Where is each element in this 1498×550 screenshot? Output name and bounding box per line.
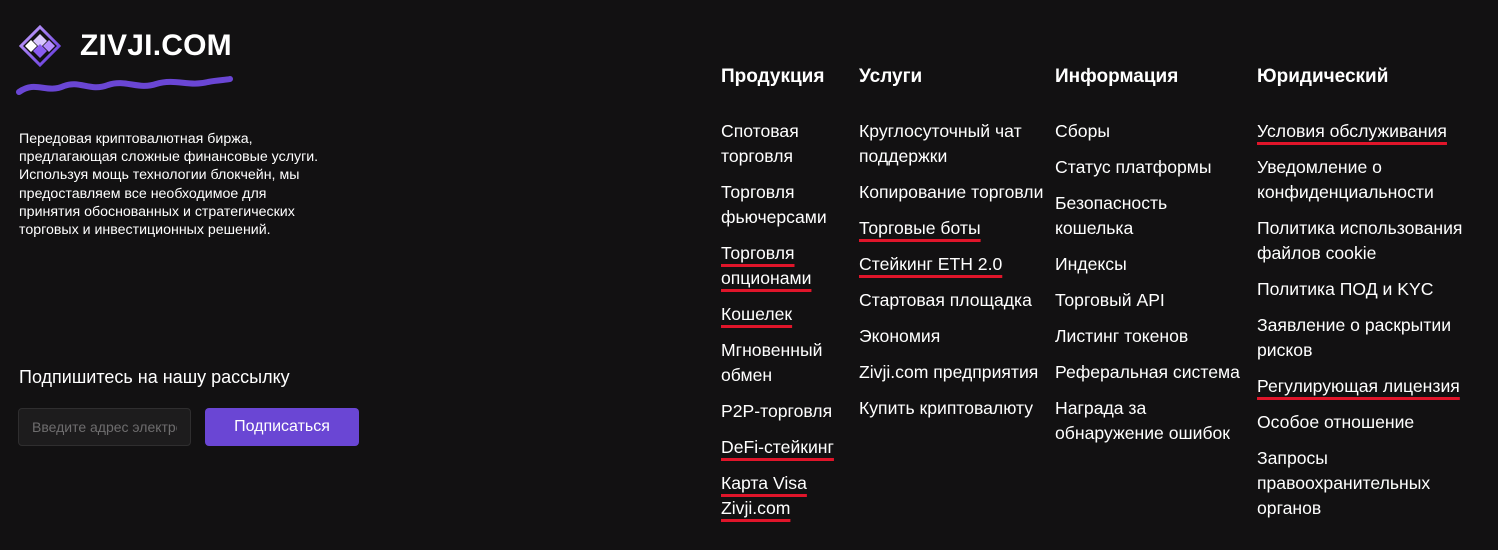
link-terms-of-service[interactable]: Условия обслуживания [1257, 119, 1482, 144]
link-label: Безопасность кошелька [1055, 193, 1168, 238]
link-label: Торговля опционами [721, 243, 812, 288]
column-heading-services: Услуги [859, 66, 923, 87]
footer-column-legal: Юридический Условия обслуживания Уведомл… [1257, 65, 1482, 532]
link-label: Копирование торговли [859, 182, 1044, 202]
newsletter-heading: Подпишитесь на нашу рассылку [19, 367, 290, 387]
link-defi-staking[interactable]: DeFi-стейкинг [721, 435, 846, 460]
link-label: Награда за обнаружение ошибок [1055, 398, 1231, 443]
link-label: Особое отношение [1257, 412, 1415, 432]
link-label: Стейкинг ETH 2.0 [859, 254, 1003, 274]
link-label: Политика ПОД и KYC [1257, 279, 1434, 299]
email-input[interactable] [18, 408, 191, 446]
footer-column-products: Продукция Спотовая торговля Торговля фью… [721, 65, 846, 532]
link-label: Заявление о раскрытии рисков [1257, 315, 1452, 360]
link-risk-disclosure[interactable]: Заявление о раскрытии рисков [1257, 313, 1482, 363]
link-label: Купить криптовалюту [859, 398, 1034, 418]
link-platform-status[interactable]: Статус платформы [1055, 155, 1250, 180]
link-token-listing[interactable]: Листинг токенов [1055, 324, 1250, 349]
column-heading-products: Продукция [721, 66, 825, 87]
link-enterprise[interactable]: Zivji.com предприятия [859, 360, 1049, 385]
link-label: P2P-торговля [721, 401, 833, 421]
link-spot-trading[interactable]: Спотовая торговля [721, 119, 846, 169]
column-heading-info: Информация [1055, 66, 1179, 87]
services-link-list: Круглосуточный чат поддержки Копирование… [859, 119, 1049, 421]
link-savings[interactable]: Экономия [859, 324, 1049, 349]
link-instant-exchange[interactable]: Мгновенный обмен [721, 338, 846, 388]
link-label: Листинг токенов [1055, 326, 1189, 346]
link-label: Политика использования файлов cookie [1257, 218, 1463, 263]
link-label: Условия обслуживания [1257, 121, 1447, 141]
link-aml-kyc-policy[interactable]: Политика ПОД и KYC [1257, 277, 1482, 302]
link-label: Сборы [1055, 121, 1110, 141]
link-label: Круглосуточный чат поддержки [859, 121, 1022, 166]
link-buy-crypto[interactable]: Купить криптовалюту [859, 396, 1049, 421]
info-link-list: Сборы Статус платформы Безопасность коше… [1055, 119, 1250, 446]
link-label: Экономия [859, 326, 941, 346]
link-label: Реферальная система [1055, 362, 1240, 382]
link-label: Запросы правоохранительных органов [1257, 448, 1431, 518]
link-label: Регулирующая лицензия [1257, 376, 1460, 396]
link-fees[interactable]: Сборы [1055, 119, 1250, 144]
link-label: Торговля фьючерсами [721, 182, 827, 227]
link-eth-staking[interactable]: Стейкинг ETH 2.0 [859, 252, 1049, 277]
zivji-logo-icon [18, 24, 62, 68]
legal-link-list: Условия обслуживания Уведомление о конфи… [1257, 119, 1482, 521]
link-bug-bounty[interactable]: Награда за обнаружение ошибок [1055, 396, 1250, 446]
column-heading-legal: Юридический [1257, 66, 1389, 87]
link-label: Торговый API [1055, 290, 1165, 310]
brand-tagline: Передовая криптовалютная биржа, предлага… [19, 131, 319, 239]
link-support-chat[interactable]: Круглосуточный чат поддержки [859, 119, 1049, 169]
link-privacy-notice[interactable]: Уведомление о конфиденциальности [1257, 155, 1482, 205]
link-options-trading[interactable]: Торговля опционами [721, 241, 846, 291]
subscribe-button[interactable]: Подписаться [205, 408, 359, 446]
link-label: Торговые боты [859, 218, 981, 238]
link-label: Индексы [1055, 254, 1127, 274]
link-trading-bots[interactable]: Торговые боты [859, 216, 1049, 241]
link-special-treatment[interactable]: Особое отношение [1257, 410, 1482, 435]
link-label: Статус платформы [1055, 157, 1212, 177]
link-label: Спотовая торговля [721, 121, 799, 166]
footer-column-services: Услуги Круглосуточный чат поддержки Копи… [859, 65, 1049, 432]
link-cookie-policy[interactable]: Политика использования файлов cookie [1257, 216, 1482, 266]
products-link-list: Спотовая торговля Торговля фьючерсами То… [721, 119, 846, 521]
link-visa-card[interactable]: Карта Visa Zivji.com [721, 471, 846, 521]
link-wallet[interactable]: Кошелек [721, 302, 846, 327]
link-trading-api[interactable]: Торговый API [1055, 288, 1250, 313]
link-p2p-trading[interactable]: P2P-торговля [721, 399, 846, 424]
link-label: Карта Visa Zivji.com [721, 473, 807, 518]
brand-scribble-decoration [16, 76, 233, 95]
link-launchpad[interactable]: Стартовая площадка [859, 288, 1049, 313]
link-wallet-security[interactable]: Безопасность кошелька [1055, 191, 1250, 241]
link-law-enforcement-requests[interactable]: Запросы правоохранительных органов [1257, 446, 1482, 521]
link-label: Мгновенный обмен [721, 340, 823, 385]
link-regulatory-license[interactable]: Регулирующая лицензия [1257, 374, 1482, 399]
link-copy-trading[interactable]: Копирование торговли [859, 180, 1049, 205]
link-label: DeFi-стейкинг [721, 437, 834, 457]
link-futures-trading[interactable]: Торговля фьючерсами [721, 180, 846, 230]
link-label: Zivji.com предприятия [859, 362, 1039, 382]
link-label: Кошелек [721, 304, 793, 324]
link-indices[interactable]: Индексы [1055, 252, 1250, 277]
link-label: Стартовая площадка [859, 290, 1032, 310]
brand[interactable]: ZIVJI.COM [18, 24, 232, 68]
link-referral[interactable]: Реферальная система [1055, 360, 1250, 385]
footer-column-info: Информация Сборы Статус платформы Безопа… [1055, 65, 1250, 457]
brand-name: ZIVJI.COM [80, 29, 232, 62]
link-label: Уведомление о конфиденциальности [1257, 157, 1434, 202]
